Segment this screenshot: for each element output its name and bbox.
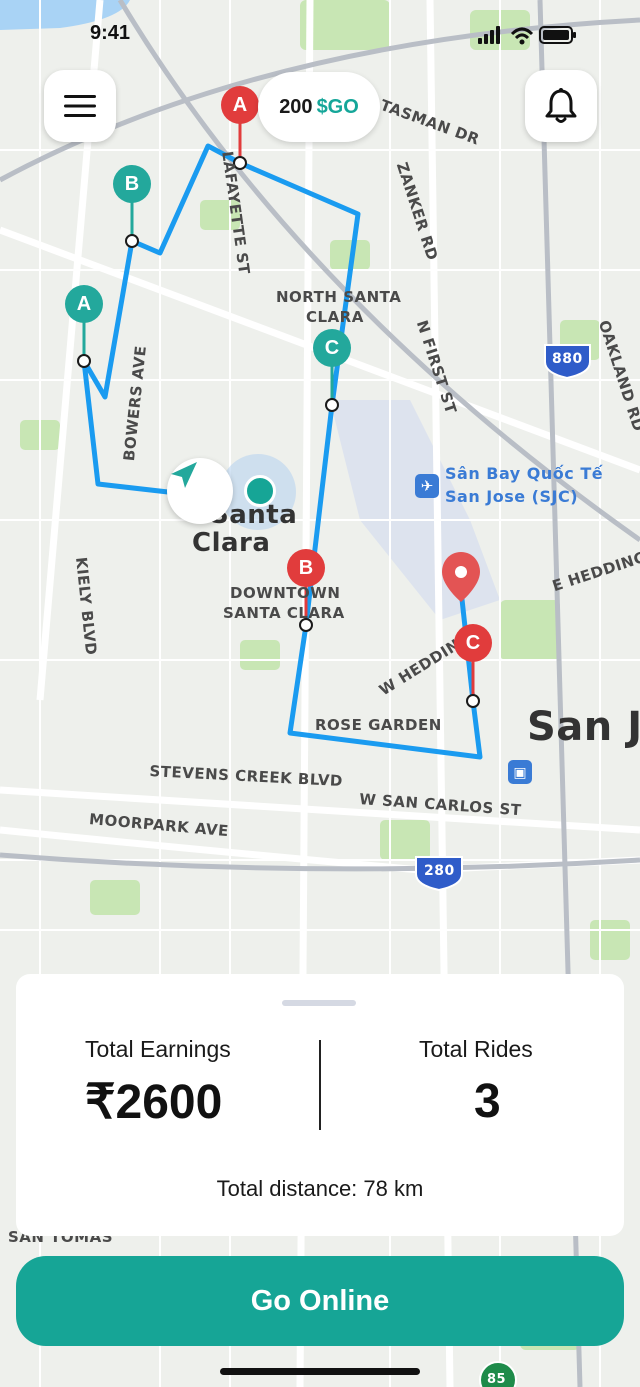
map-label-airport: Sân Bay Quốc Tế xyxy=(445,464,604,483)
route-pin-red-c[interactable]: C xyxy=(454,624,492,662)
map-label-santa-clara-2: Clara xyxy=(192,528,271,558)
map-label-san-jose: San J xyxy=(527,704,640,750)
menu-button[interactable] xyxy=(44,70,116,142)
airport-icon: ✈ xyxy=(420,478,434,495)
notifications-button[interactable] xyxy=(525,70,597,142)
route-pin-teal-a[interactable]: A xyxy=(65,285,103,323)
balance-token: $GO xyxy=(316,95,359,118)
total-earnings-value: ₹2600 xyxy=(85,1076,223,1129)
token-balance-chip[interactable]: 200 $GO xyxy=(258,72,380,142)
total-distance-text: Total distance: 78 km xyxy=(216,1176,424,1201)
route-pin-teal-c[interactable]: C xyxy=(313,329,351,367)
earnings-summary-card: Total Earnings ₹2600 Total Rides 3 Total… xyxy=(16,974,624,1236)
highway-280-shield: 280 xyxy=(424,863,455,879)
route-pin-red-a[interactable]: A xyxy=(221,86,259,124)
total-earnings-label: Total Earnings xyxy=(85,1036,231,1062)
navigation-arrow-button[interactable] xyxy=(167,458,233,524)
map-label-north-santa-clara-2: CLARA xyxy=(306,308,364,326)
balance-amount: 200 xyxy=(279,95,313,118)
home-indicator xyxy=(220,1368,420,1375)
current-location-dot xyxy=(244,475,276,507)
map-label-downtown-2: SANTA CLARA xyxy=(223,604,345,622)
status-time: 9:41 xyxy=(90,22,131,44)
status-icons xyxy=(478,26,576,45)
map-label-airport-2: San Jose (SJC) xyxy=(445,487,579,506)
go-online-button[interactable]: Go Online xyxy=(16,1256,624,1346)
highway-85-shield: 85 xyxy=(487,1372,507,1387)
route-pin-teal-b[interactable]: B xyxy=(113,165,151,203)
highway-880-shield: 880 xyxy=(552,351,583,367)
status-bar: 9:41 xyxy=(0,0,640,60)
total-rides-value: 3 xyxy=(474,1075,501,1128)
hamburger-menu-icon xyxy=(64,95,96,117)
transit-icon: ▣ xyxy=(513,763,527,780)
navigation-arrow-icon xyxy=(171,462,197,488)
route-pin-red-b[interactable]: B xyxy=(287,549,325,587)
sheet-drag-handle[interactable] xyxy=(282,1000,356,1006)
total-rides-label: Total Rides xyxy=(419,1036,533,1062)
map-label-north-santa-clara: NORTH SANTA xyxy=(276,288,402,306)
map-label-rose-garden: ROSE GARDEN xyxy=(315,716,442,734)
bell-icon xyxy=(545,88,577,123)
stats-divider xyxy=(319,1040,321,1130)
map-label-downtown: DOWNTOWN xyxy=(230,584,341,602)
